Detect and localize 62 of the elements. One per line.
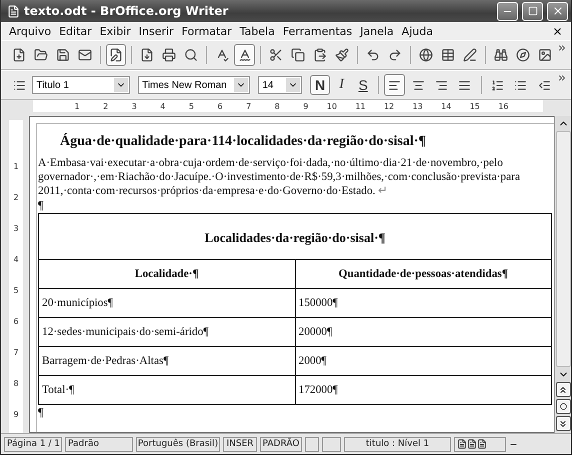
- ruler-number: 9: [302, 102, 308, 110]
- font-size-dropdown[interactable]: 14: [258, 76, 302, 94]
- table-title: Localidades·da·região·do·sisal·¶: [38, 214, 552, 260]
- ruler-number: 5: [188, 102, 194, 110]
- menu-item[interactable]: Tabela: [236, 24, 279, 38]
- menu-item[interactable]: Janela: [356, 24, 398, 38]
- column-header: Localidade·¶: [38, 260, 295, 288]
- status-field: titulo : Nível 1: [344, 436, 451, 452]
- ruler-number: 14: [440, 102, 452, 110]
- status-field: INSER: [223, 436, 257, 452]
- ruler-number: 11: [354, 102, 366, 110]
- table-cell: 20000¶: [295, 318, 552, 346]
- ruler-number: 4: [13, 254, 19, 264]
- status-field: PADRÃO: [260, 436, 302, 452]
- menu-item[interactable]: Formatar: [178, 24, 236, 38]
- ruler-number: 3: [13, 223, 19, 233]
- underline-button[interactable]: S: [353, 75, 373, 95]
- ruler-number: 8: [274, 102, 280, 110]
- ruler-number: 8: [13, 378, 19, 388]
- ruler-number: 4: [159, 102, 166, 110]
- table-cell: 150000¶: [295, 288, 552, 318]
- ruler-number: 5: [13, 285, 19, 295]
- ruler-number: 6: [13, 316, 19, 326]
- paragraph-mark: ¶: [38, 198, 44, 212]
- ruler-number: 2: [13, 192, 19, 202]
- column-header: Quantidade·de·pessoas·atendidas¶: [295, 260, 552, 288]
- menu-item[interactable]: Ajuda: [398, 24, 437, 38]
- table-cell: 172000¶: [295, 376, 552, 404]
- menu-item[interactable]: Editar: [55, 24, 96, 38]
- status-field: Padrão: [65, 436, 133, 452]
- ruler-number: 7: [245, 102, 252, 110]
- ruler-number: 1: [74, 102, 80, 110]
- ruler-number: 1: [13, 161, 19, 171]
- table-cell: Total·¶: [38, 376, 295, 404]
- ruler-number: 16: [497, 102, 508, 110]
- status-field: Página 1 / 1: [4, 436, 62, 452]
- table-cell: 12·sedes·municipais·do·semi-árido¶: [38, 318, 295, 346]
- document-heading: Água·de·qualidade·para·114·localidades·da·região·do·sisal·¶: [59, 134, 427, 150]
- menu-item[interactable]: Ferramentas: [278, 24, 356, 38]
- window-title: texto.odt - BrOffice.org Writer: [24, 4, 230, 18]
- ruler-number: 15: [468, 102, 480, 110]
- italic-button[interactable]: I: [332, 75, 352, 95]
- style-dropdown[interactable]: Titulo 1: [32, 76, 130, 94]
- ruler-number: 6: [216, 102, 223, 110]
- ruler-number: 7: [13, 347, 19, 357]
- table-cell: 2000¶: [295, 346, 552, 376]
- ruler-number: 10: [326, 102, 337, 110]
- table-cell: Barragem·de·Pedras·Altas¶: [38, 346, 295, 376]
- menu-item[interactable]: Arquivo: [5, 24, 56, 38]
- menu-item[interactable]: Inserir: [134, 24, 178, 38]
- paragraph-mark: ¶: [38, 405, 44, 419]
- ruler-number: 2: [102, 102, 108, 110]
- body-paragraph: A·Embasa·vai·executar·a·obra·cuja·ordem·de·serviço·foi·dada,·no·último·dia·21·de·novembro,·pelo governador·,·em·Riachão·do·Jacuípe.·O·investimento·de·R$·59,3·milhões,·com·conclusão·prevista·para 2011,·conta·com·recursos·próprios·da·empresa·e·do·Governo·do·Estado. ↵: [38, 156, 522, 198]
- font-dropdown[interactable]: Times New Roman: [138, 76, 250, 94]
- status-field: Português (Brasil): [136, 436, 220, 452]
- ruler-number: 9: [13, 409, 19, 419]
- bold-button[interactable]: N: [310, 75, 330, 95]
- ruler-number: 12: [382, 102, 394, 110]
- menu-item[interactable]: Exibir: [96, 24, 135, 38]
- table-cell: 20·municípios¶: [38, 288, 295, 318]
- ruler-number: 3: [130, 102, 137, 110]
- ruler-number: 13: [412, 102, 423, 110]
